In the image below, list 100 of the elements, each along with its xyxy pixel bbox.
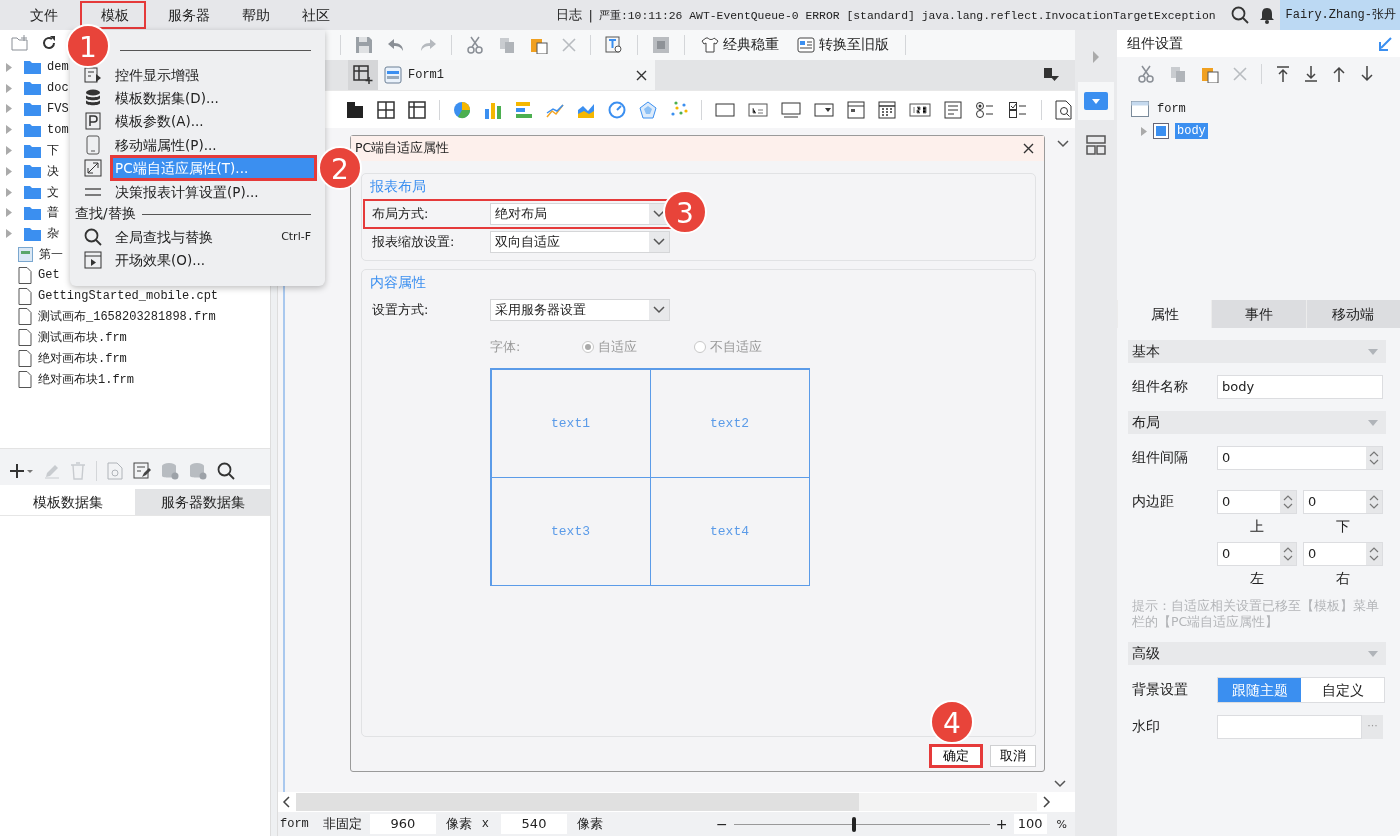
spinner-arrows-icon[interactable] — [1283, 546, 1293, 562]
move-up-icon[interactable] — [1332, 65, 1346, 82]
menu-item[interactable]: 开场效果(O)... — [112, 249, 315, 272]
copy-icon[interactable] — [498, 36, 516, 54]
search-icon[interactable] — [217, 462, 235, 480]
database-icon[interactable] — [189, 462, 207, 480]
expand-arrow-icon[interactable] — [6, 125, 12, 135]
pie-chart-icon[interactable] — [453, 100, 471, 119]
expand-arrow-icon[interactable] — [6, 62, 12, 72]
spinner-arrows-icon[interactable] — [1283, 494, 1293, 510]
menu-item[interactable]: 移动端属性(P)... — [112, 133, 315, 156]
combo-box-icon[interactable] — [814, 102, 834, 117]
section-header[interactable]: 布局 — [1128, 411, 1386, 434]
expand-arrow-icon[interactable] — [6, 187, 12, 197]
list-widget-icon[interactable] — [944, 100, 962, 119]
menu-item[interactable]: 控件显示增强 — [112, 63, 315, 86]
checkbox-group-icon[interactable] — [1008, 100, 1028, 119]
new-folder-icon[interactable] — [11, 34, 29, 51]
width-field[interactable]: 960 — [369, 814, 436, 834]
table-layout-icon[interactable] — [408, 100, 426, 119]
menu-item[interactable]: 服务器 — [152, 1, 226, 29]
file-name[interactable]: 第一 — [39, 246, 63, 264]
dialog-button[interactable]: 确定 — [930, 745, 982, 767]
refresh-icon[interactable] — [41, 34, 57, 51]
number-spinner[interactable]: 0 — [1217, 446, 1383, 470]
paste-icon[interactable] — [530, 36, 548, 54]
dropdown[interactable]: 采用服务器设置 — [490, 299, 670, 321]
number-spinner[interactable]: 0 — [1303, 490, 1383, 514]
layout-panel-icon[interactable] — [1086, 135, 1106, 155]
zoom-slider-thumb[interactable] — [851, 816, 856, 832]
file-name[interactable]: Get — [38, 268, 60, 283]
caret-icon[interactable] — [1368, 348, 1378, 355]
section-header[interactable]: 基本 — [1128, 340, 1386, 363]
scrollbar-thumb[interactable] — [296, 793, 860, 811]
undo-icon[interactable] — [387, 37, 405, 53]
tab[interactable]: 服务器数据集 — [135, 489, 270, 515]
scroll-left-icon[interactable] — [282, 796, 290, 808]
text-field[interactable] — [1217, 715, 1362, 739]
cut-icon[interactable] — [1137, 64, 1155, 83]
toolbar-button[interactable]: 经典稳重 — [699, 36, 781, 54]
page-preview-icon[interactable] — [1055, 99, 1073, 120]
expand-arrow-icon[interactable] — [6, 208, 12, 218]
close-icon[interactable] — [1023, 143, 1034, 154]
move-to-top-icon[interactable] — [1276, 65, 1290, 82]
bar-chart-icon[interactable] — [484, 100, 502, 119]
chevron-down-icon[interactable] — [1057, 140, 1069, 148]
dropdown-menu-icon[interactable] — [1043, 67, 1059, 83]
menu-item[interactable]: 帮助 — [226, 1, 286, 29]
height-field[interactable]: 540 — [501, 814, 567, 834]
layout-block-icon[interactable] — [346, 100, 364, 119]
file-name[interactable]: 下 — [47, 142, 59, 160]
dialog-button[interactable]: 取消 — [990, 745, 1036, 767]
delete-icon[interactable] — [562, 38, 576, 52]
scroll-right-icon[interactable] — [1043, 796, 1051, 808]
tab[interactable]: 事件 — [1211, 300, 1306, 328]
zoom-out-button[interactable]: − — [716, 816, 728, 832]
caret-icon[interactable] — [1368, 419, 1378, 426]
file-name[interactable]: 绝对画布块.frm — [38, 350, 127, 368]
expand-arrow-icon[interactable] — [6, 104, 12, 114]
dataset-preview-icon[interactable] — [107, 462, 123, 480]
button-widget-icon[interactable] — [715, 102, 735, 117]
file-name[interactable]: GettingStarted_mobile.cpt — [38, 289, 219, 304]
display-widget-icon[interactable] — [781, 101, 801, 118]
toolbar-button[interactable]: 转换至旧版 — [795, 36, 891, 54]
calendar-icon[interactable] — [878, 100, 896, 119]
expand-arrow-icon[interactable] — [1141, 126, 1147, 136]
menu-item[interactable]: 决策报表计算设置(P)... — [112, 180, 315, 203]
document-tab[interactable]: Form1 — [378, 60, 655, 90]
file-name[interactable]: 普 — [47, 204, 59, 222]
file-name[interactable]: 测试画布_1658203281898.frm — [38, 308, 216, 326]
copy-icon[interactable] — [1169, 64, 1187, 83]
zoom-field[interactable]: 100 — [1013, 814, 1047, 834]
file-name[interactable]: 测试画布块.frm — [38, 329, 127, 347]
label-widget-icon[interactable] — [748, 102, 768, 117]
caret-icon[interactable] — [1368, 650, 1378, 657]
number-spinner[interactable]: 0 — [1303, 542, 1383, 566]
spinner-arrows-icon[interactable] — [1369, 546, 1379, 562]
file-name[interactable]: 文 — [47, 183, 59, 201]
widget-panel-icon[interactable] — [1084, 92, 1108, 110]
database-icon[interactable] — [161, 462, 179, 480]
text-field[interactable]: body — [1217, 375, 1383, 399]
layout-mode[interactable]: 非固定 — [322, 815, 362, 833]
radar-chart-icon[interactable] — [639, 100, 657, 119]
delete-icon[interactable] — [1233, 66, 1247, 81]
toggle-option[interactable]: 自定义 — [1301, 678, 1384, 702]
section-header[interactable]: 高级 — [1128, 642, 1386, 665]
number-field-icon[interactable] — [909, 102, 931, 117]
search-icon[interactable] — [1230, 6, 1249, 24]
expand-arrow-icon[interactable] — [1092, 51, 1100, 63]
move-to-bottom-icon[interactable] — [1304, 65, 1318, 82]
tree-node[interactable]: form — [1155, 101, 1188, 117]
text-search-icon[interactable] — [605, 36, 623, 54]
dataset-edit-icon[interactable] — [133, 462, 151, 480]
menu-item[interactable]: 模板数据集(D)... — [112, 87, 315, 110]
move-down-icon[interactable] — [1360, 65, 1374, 82]
menu-item[interactable]: 模板参数(A)... — [112, 110, 315, 133]
user-name[interactable]: Fairy.Zhang-张丹 — [1279, 0, 1400, 30]
gauge-chart-icon[interactable] — [608, 100, 626, 119]
grid-add-icon[interactable] — [353, 65, 373, 85]
save-icon[interactable] — [355, 36, 373, 54]
